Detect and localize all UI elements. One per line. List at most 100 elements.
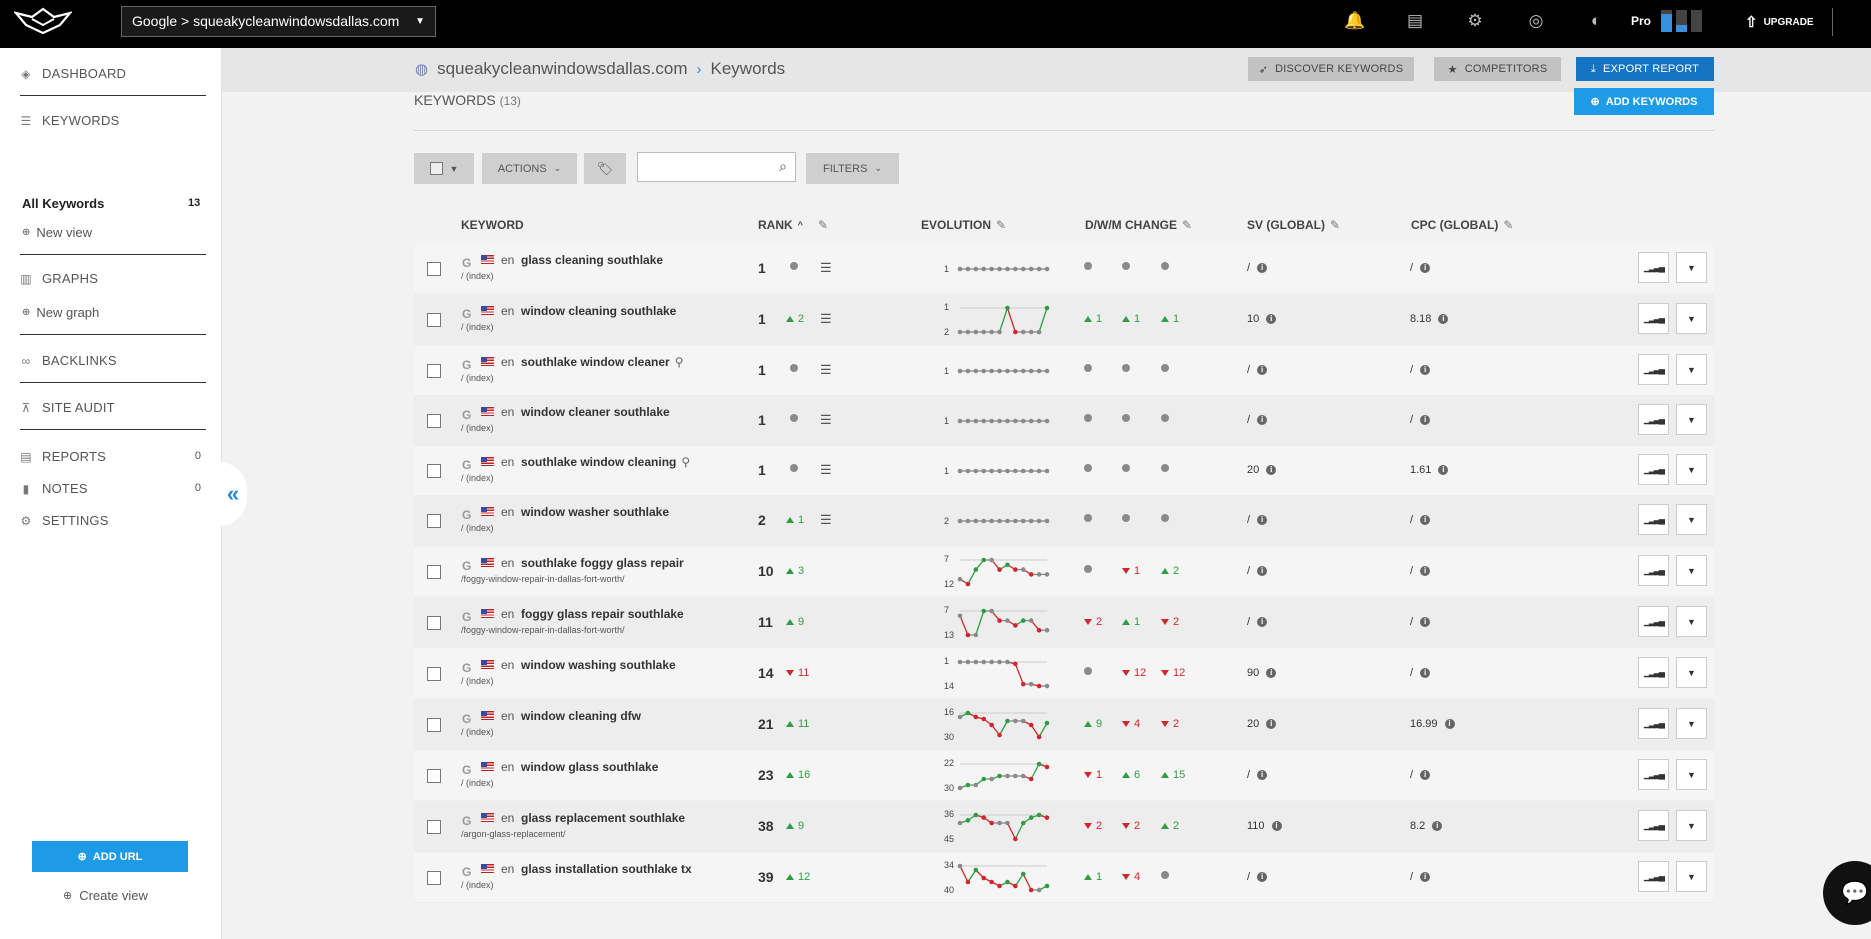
sidebar-item-settings[interactable]: ⚙ SETTINGS <box>20 513 109 528</box>
signal-bars-button[interactable]: ▁▂▃▄ <box>1638 759 1669 790</box>
info-icon[interactable]: i <box>1266 465 1277 475</box>
edit-icon[interactable]: ✎ <box>1503 218 1513 232</box>
usage-bars[interactable] <box>1661 10 1702 32</box>
keyword-text[interactable]: southlake foggy glass repair <box>521 556 684 570</box>
info-icon[interactable]: i <box>1444 719 1455 729</box>
sidebar-item-dashboard[interactable]: ◈ DASHBOARD <box>20 66 126 81</box>
info-icon[interactable]: i <box>1420 415 1431 425</box>
row-menu-button[interactable]: ▼ <box>1676 555 1707 586</box>
info-icon[interactable]: i <box>1420 872 1431 882</box>
info-icon[interactable]: i <box>1266 314 1277 324</box>
row-menu-button[interactable]: ▼ <box>1676 404 1707 435</box>
edit-icon[interactable]: ✎ <box>1182 218 1192 232</box>
row-checkbox[interactable] <box>427 871 441 885</box>
table-row[interactable]: G en glass cleaning southlake / (index) … <box>414 244 1714 294</box>
gear-icon[interactable]: ⚙ <box>1464 10 1486 32</box>
table-row[interactable]: G en foggy glass repair southlake /foggy… <box>414 598 1714 648</box>
info-icon[interactable]: i <box>1266 668 1277 678</box>
keyword-text[interactable]: southlake window cleaning ⚲ <box>521 455 690 469</box>
row-menu-button[interactable]: ▼ <box>1676 303 1707 334</box>
row-menu-button[interactable]: ▼ <box>1676 504 1707 535</box>
history-list-icon[interactable]: ☰ <box>820 260 832 276</box>
info-icon[interactable]: i <box>1420 566 1431 576</box>
contrast-icon[interactable]: ◐ <box>1585 10 1607 32</box>
evolution-sparkline[interactable]: 22 30 <box>942 751 1052 801</box>
column-header-evolution[interactable]: EVOLUTION ✎ <box>921 218 1006 232</box>
sidebar-item-notes[interactable]: ▮ NOTES <box>20 481 88 496</box>
evolution-sparkline[interactable]: 12 <box>942 295 1052 345</box>
row-checkbox[interactable] <box>427 718 441 732</box>
history-list-icon[interactable]: ☰ <box>820 412 832 428</box>
keyword-url[interactable]: /argon-glass-replacement/ <box>461 829 566 839</box>
keyword-url[interactable]: / (index) <box>461 880 494 890</box>
info-icon[interactable]: i <box>1420 668 1431 678</box>
sidebar-item-graphs[interactable]: ▥ GRAPHS <box>20 271 98 286</box>
info-icon[interactable]: i <box>1257 515 1268 525</box>
chat-widget[interactable]: 💬 <box>1823 861 1871 925</box>
row-checkbox[interactable] <box>427 364 441 378</box>
row-menu-button[interactable]: ▼ <box>1676 759 1707 790</box>
table-row[interactable]: G en window washer southlake / (index) 2… <box>414 496 1714 546</box>
signal-bars-button[interactable]: ▁▂▃▄ <box>1638 454 1669 485</box>
info-icon[interactable]: i <box>1420 263 1431 273</box>
column-header-keyword[interactable]: KEYWORD <box>461 218 524 232</box>
competitors-button[interactable]: ★ COMPETITORS <box>1434 57 1561 81</box>
column-header-sv[interactable]: SV (GLOBAL) ✎ <box>1247 218 1340 232</box>
keyword-text[interactable]: glass replacement southlake <box>521 811 685 825</box>
signal-bars-button[interactable]: ▁▂▃▄ <box>1638 861 1669 892</box>
signal-bars-button[interactable]: ▁▂▃▄ <box>1638 810 1669 841</box>
table-row[interactable]: G en southlake foggy glass repair /foggy… <box>414 547 1714 597</box>
export-report-button[interactable]: ⤓ EXPORT REPORT <box>1576 57 1714 81</box>
info-icon[interactable]: i <box>1257 566 1268 576</box>
keyword-text[interactable]: window cleaning dfw <box>521 709 641 723</box>
new-view-link[interactable]: ⊕ New view <box>22 225 92 240</box>
info-icon[interactable]: i <box>1420 515 1431 525</box>
bell-icon[interactable]: 🔔 <box>1344 10 1366 32</box>
info-icon[interactable]: i <box>1420 770 1431 780</box>
signal-bars-button[interactable]: ▁▂▃▄ <box>1638 606 1669 637</box>
keyword-url[interactable]: / (index) <box>461 423 494 433</box>
evolution-sparkline[interactable]: 1 <box>942 396 1052 446</box>
signal-bars-button[interactable]: ▁▂▃▄ <box>1638 555 1669 586</box>
row-checkbox[interactable] <box>427 616 441 630</box>
add-url-button[interactable]: ⊕ ADD URL <box>32 841 188 872</box>
evolution-sparkline[interactable]: 36 45 <box>942 802 1052 852</box>
collapse-sidebar-icon[interactable]: « <box>219 462 247 526</box>
signal-bars-button[interactable]: ▁▂▃▄ <box>1638 354 1669 385</box>
row-checkbox[interactable] <box>427 262 441 276</box>
keyword-text[interactable]: southlake window cleaner ⚲ <box>521 355 684 369</box>
row-checkbox[interactable] <box>427 820 441 834</box>
sidebar-item-reports[interactable]: ▤ REPORTS <box>20 449 106 464</box>
row-menu-button[interactable]: ▼ <box>1676 810 1707 841</box>
row-menu-button[interactable]: ▼ <box>1676 354 1707 385</box>
row-menu-button[interactable]: ▼ <box>1676 861 1707 892</box>
document-icon[interactable]: ▤ <box>1404 10 1426 32</box>
keyword-url[interactable]: / (index) <box>461 676 494 686</box>
search-input[interactable]: ⌕ <box>637 152 796 182</box>
column-header-change[interactable]: D/W/M CHANGE ✎ <box>1085 218 1192 232</box>
table-row[interactable]: G en glass installation southlake tx / (… <box>414 853 1714 903</box>
signal-bars-button[interactable]: ▁▂▃▄ <box>1638 303 1669 334</box>
row-menu-button[interactable]: ▼ <box>1676 606 1707 637</box>
table-row[interactable]: G en window cleaning southlake / (index)… <box>414 295 1714 345</box>
row-menu-button[interactable]: ▼ <box>1676 708 1707 739</box>
new-graph-link[interactable]: ⊕ New graph <box>22 305 99 320</box>
row-checkbox[interactable] <box>427 464 441 478</box>
signal-bars-button[interactable]: ▁▂▃▄ <box>1638 404 1669 435</box>
column-header-cpc[interactable]: CPC (GLOBAL) ✎ <box>1411 218 1513 232</box>
row-menu-button[interactable]: ▼ <box>1676 657 1707 688</box>
edit-icon[interactable]: ✎ <box>996 218 1006 232</box>
column-header-rank[interactable]: RANK ^ ✎ <box>758 218 828 232</box>
signal-bars-button[interactable]: ▁▂▃▄ <box>1638 708 1669 739</box>
row-checkbox[interactable] <box>427 667 441 681</box>
help-icon[interactable]: ◎ <box>1525 10 1547 32</box>
breadcrumb-domain[interactable]: squeakycleanwindowsdallas.com <box>437 59 687 79</box>
signal-bars-button[interactable]: ▁▂▃▄ <box>1638 252 1669 283</box>
discover-keywords-button[interactable]: ➶ DISCOVER KEYWORDS <box>1248 57 1414 81</box>
evolution-sparkline[interactable]: 7 13 <box>942 598 1052 648</box>
keyword-text[interactable]: foggy glass repair southlake <box>521 607 684 621</box>
keyword-url[interactable]: / (index) <box>461 727 494 737</box>
info-icon[interactable]: i <box>1257 617 1268 627</box>
info-icon[interactable]: i <box>1266 719 1277 729</box>
table-row[interactable]: G en glass replacement southlake /argon-… <box>414 802 1714 852</box>
